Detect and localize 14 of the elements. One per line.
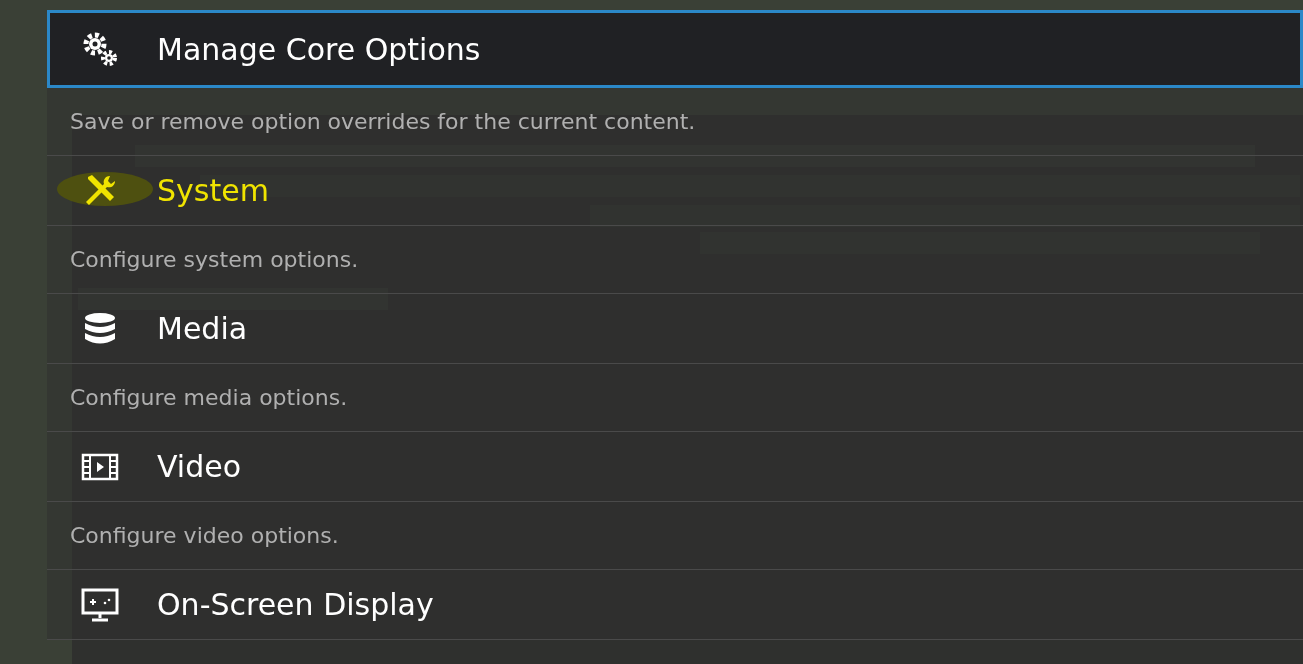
entry-title: Manage Core Options [157,31,481,67]
menu-entry[interactable]: Media [47,294,1303,364]
menu-entry[interactable]: On-Screen Display [47,570,1303,640]
entry-title: Video [157,449,242,484]
entry-description: Configure video options. [70,523,339,548]
entry-description: Save or remove option overrides for the current content. [70,109,696,134]
entry-description: Configure media options. [70,385,348,410]
entry-title: On-Screen Display [157,587,434,622]
entry-title: System [157,173,269,208]
menu-entry[interactable]: System [47,156,1303,226]
entry-title: Media [157,311,248,346]
menu-entry[interactable]: Manage Core Options [47,10,1303,88]
menu-entry[interactable]: Video [47,432,1303,502]
entry-description: Configure system options. [70,247,359,272]
